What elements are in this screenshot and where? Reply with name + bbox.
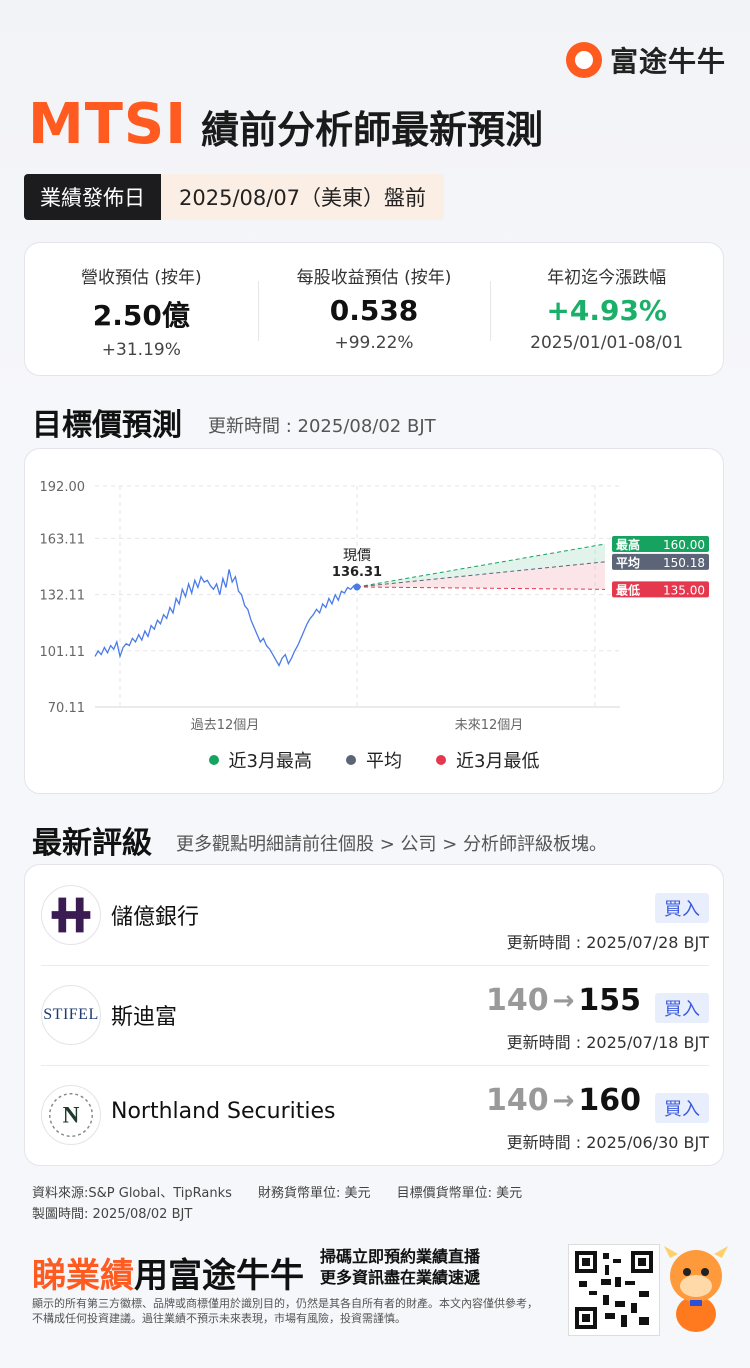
stat-sub: +99.22% [334, 333, 414, 353]
stat-ytd: 年初迄今漲跌幅 +4.93% 2025/01/01-08/01 [490, 243, 723, 375]
y-tick-label: 132.11 [40, 589, 86, 604]
arrow-right-icon: → [552, 985, 575, 1016]
stat-label: 每股收益預估 (按年) [296, 268, 452, 288]
legend-dot [208, 755, 219, 765]
stat-label: 營收預估 (按年) [81, 268, 202, 288]
cta-line-1: 掃碼立即預約業績直播 [320, 1247, 481, 1266]
ratings-section-title: 最新評級 [32, 826, 152, 861]
broker-name: Northland Securities [111, 1099, 336, 1124]
northland-logo-text: N [63, 1103, 80, 1129]
brand-name: 富途牛牛 [609, 45, 726, 78]
x-label-future: 未來12個月 [455, 718, 524, 733]
legend-dot [436, 755, 446, 765]
y-tick-label: 70.11 [48, 701, 85, 716]
page-title: MTSI 績前分析師最新預測 [28, 92, 543, 157]
qr-code-icon[interactable] [568, 1244, 660, 1336]
broker-logo-icon: N [41, 1085, 101, 1145]
forecast-stats-card: 營收預估 (按年) 2.50億 +31.19% 每股收益預估 (按年) 0.53… [24, 242, 724, 376]
target-price-chart-card: 192.00 163.11 132.11 101.11 70.11 過去12個月 未來12… [24, 448, 724, 794]
rating-row[interactable]: N Northland Securities 140 → 160 買入 更新時間… [41, 1065, 709, 1165]
legend-item-high: 近3月最高 [208, 747, 312, 773]
slogan: 睇業績用富途牛牛 [32, 1248, 304, 1297]
stat-revenue: 營收預估 (按年) 2.50億 +31.19% [25, 243, 258, 375]
y-tick-label: 163.11 [40, 532, 86, 547]
price-to: 160 [578, 1083, 641, 1118]
target-tag-name: 平均 [616, 555, 640, 570]
current-price-label: 現價 [343, 547, 371, 564]
stat-value: +4.93% [546, 294, 667, 327]
slogan-rest: 用富途牛牛 [134, 1256, 304, 1296]
earnings-date: 業績發佈日 2025/08/07（美東）盤前 [24, 174, 445, 220]
cta-text: 掃碼立即預約業績直播 更多資訊盡在業績速遞 [320, 1246, 480, 1288]
legend-dot [346, 755, 356, 765]
ratings-section-sub: 更多觀點明細請前往個股 > 公司 > 分析師評級板塊。 [176, 834, 608, 855]
price-to: 155 [578, 983, 641, 1018]
slogan-highlight: 睇業績 [32, 1256, 134, 1296]
legend-label: 近3月最高 [228, 751, 312, 772]
rating-updated: 更新時間 : 2025/07/28 BJT [506, 933, 709, 952]
mascot-icon [660, 1236, 732, 1336]
broker-name: 斯迪富 [111, 1005, 178, 1030]
stat-label: 年初迄今漲跌幅 [547, 268, 667, 288]
target-section-updated: 更新時間 : 2025/08/02 BJT [208, 416, 436, 437]
rating-row[interactable]: STIFEL 斯迪富 140 → 155 買入 更新時間 : 2025/07/1… [41, 965, 709, 1065]
legend-item-avg: 平均 [346, 747, 402, 773]
rating-badge: 買入 [655, 893, 709, 923]
rating-updated: 更新時間 : 2025/06/30 BJT [506, 1133, 709, 1152]
current-price-dot [353, 583, 361, 591]
made-time: 製圖時間: 2025/08/02 BJT [32, 1207, 193, 1222]
data-source: 資料來源:S&P Global、TipRanks [32, 1186, 232, 1201]
price-from: 140 [485, 1083, 549, 1118]
disclaimer: 顯示的所有第三方徽標、品牌或商標僅用於識別目的，仍然是其各自所有者的財產。本文內… [32, 1297, 538, 1325]
stat-eps: 每股收益預估 (按年) 0.538 +99.22% [257, 243, 491, 375]
stat-sub: 2025/01/01-08/01 [530, 333, 684, 353]
target-tag-name: 最低 [616, 582, 640, 597]
futu-logo-icon [565, 42, 602, 78]
finance-unit: 財務貨幣單位: 美元 [258, 1186, 371, 1201]
target-section-title: 目標價預測 [32, 408, 182, 443]
stat-sub: +31.19% [101, 340, 181, 360]
legend-item-low: 近3月最低 [436, 747, 539, 773]
target-tag-value: 135.00 [663, 583, 705, 597]
price-from: 140 [485, 983, 549, 1018]
rating-row[interactable]: 儲億銀行 買入 更新時間 : 2025/07/28 BJT [41, 865, 709, 965]
title-text: 績前分析師最新預測 [201, 108, 544, 152]
earnings-date-value: 2025/08/07（美東）盤前 [161, 174, 445, 220]
broker-logo-icon: STIFEL [41, 985, 101, 1045]
target-price-chart: 192.00 163.11 132.11 101.11 70.11 過去12個月 未來12… [40, 480, 709, 733]
footnote-line-1: 資料來源:S&P Global、TipRanks 財務貨幣單位: 美元 目標價貨… [32, 1182, 522, 1201]
target-unit: 目標價貨幣單位: 美元 [396, 1186, 523, 1201]
target-price-change: 140 → 155 [486, 983, 641, 1018]
stat-value: 0.538 [329, 294, 419, 327]
ratings-card: 儲億銀行 買入 更新時間 : 2025/07/28 BJT STIFEL 斯迪富… [24, 864, 724, 1166]
x-label-past: 過去12個月 [191, 718, 260, 733]
legend-label: 近3月最低 [456, 751, 540, 772]
y-tick-label: 192.00 [40, 480, 86, 495]
target-tag-name: 最高 [616, 537, 640, 552]
rating-updated: 更新時間 : 2025/07/18 BJT [506, 1033, 709, 1052]
promo-banner: 睇業績用富途牛牛 掃碼立即預約業績直播 更多資訊盡在業績速遞 顯示的所有第三方徽… [0, 1236, 750, 1368]
rating-badge: 買入 [655, 1093, 709, 1123]
ticker-symbol: MTSI [28, 92, 188, 157]
broker-logo-icon [41, 885, 101, 945]
current-price-value: 136.31 [332, 565, 382, 580]
legend-label: 平均 [366, 751, 402, 772]
rating-badge: 買入 [655, 993, 709, 1023]
stat-value: 2.50億 [92, 299, 190, 332]
chart-legend: 近3月最高 平均 近3月最低 [25, 747, 723, 773]
earnings-date-label: 業績發佈日 [24, 174, 161, 220]
stifel-logo-text: STIFEL [43, 1006, 99, 1023]
y-tick-label: 101.11 [40, 645, 86, 660]
broker-name: 儲億銀行 [111, 905, 200, 930]
target-tag-value: 160.00 [663, 538, 705, 552]
arrow-right-icon: → [552, 1085, 575, 1116]
cta-line-2: 更多資訊盡在業績速遞 [320, 1268, 481, 1287]
target-tag-value: 150.18 [663, 556, 705, 570]
brand-logo: 富途牛牛 [565, 40, 726, 80]
target-price-change: 140 → 160 [486, 1083, 641, 1118]
